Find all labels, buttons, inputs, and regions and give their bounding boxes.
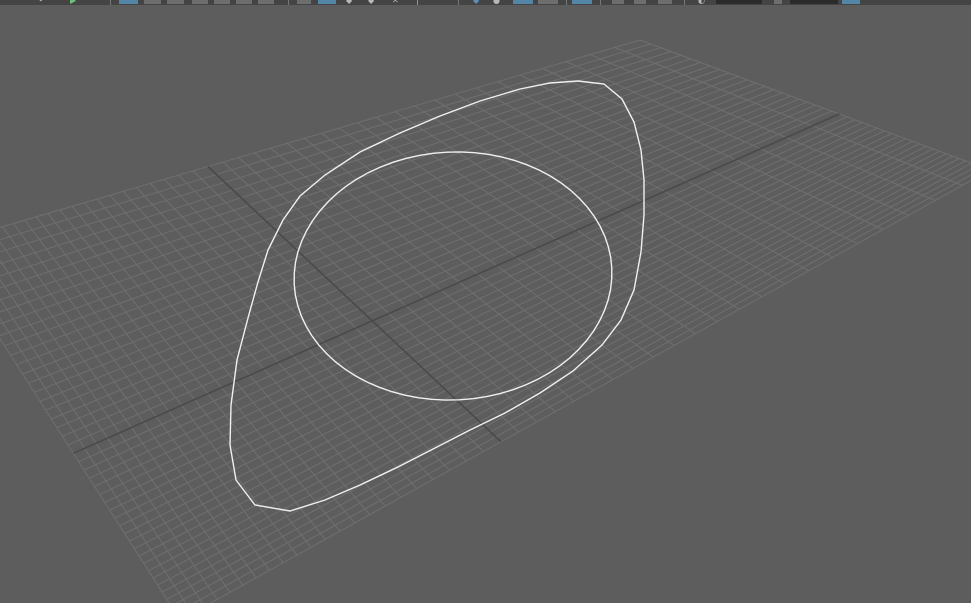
toolbar-separator <box>458 0 459 5</box>
snap-point-button[interactable] <box>258 0 274 4</box>
pointer-icon[interactable]: ❘ <box>414 0 421 5</box>
move-tool-button[interactable] <box>144 0 161 4</box>
toolbar-separator <box>110 0 111 5</box>
panel-layout-button[interactable] <box>612 0 624 4</box>
snap-grid-button[interactable] <box>214 0 230 4</box>
live-surface-button[interactable] <box>538 0 558 4</box>
show-manipulator-button[interactable] <box>572 0 592 4</box>
panel-layout-two-button[interactable] <box>634 0 646 4</box>
panel-layout-three-button[interactable] <box>658 0 672 4</box>
reflection-button[interactable] <box>513 0 533 4</box>
toolbar-separator <box>288 0 289 5</box>
input-line-icon[interactable]: ◐ <box>698 0 705 5</box>
ipr-icon[interactable]: ✕ <box>392 0 399 5</box>
3d-viewport[interactable] <box>0 5 971 603</box>
status-line-toolbar: ↷ ▶ ◆ ◆ ✕ ❘ ◆ ● ◐ <box>0 0 971 5</box>
scale-tool-button[interactable] <box>192 0 208 4</box>
soft-select-icon[interactable]: ● <box>493 0 500 5</box>
light-icon[interactable]: ◆ <box>368 0 374 5</box>
input-field-left[interactable] <box>716 0 762 4</box>
rotate-tool-button[interactable] <box>167 0 184 4</box>
camera-icon[interactable]: ◆ <box>346 0 352 5</box>
toolbar-separator <box>600 0 601 5</box>
toolbar-separator <box>684 0 685 5</box>
history-button[interactable] <box>297 0 311 4</box>
construction-history-button[interactable] <box>318 0 336 4</box>
search-button[interactable] <box>842 0 860 4</box>
redo-icon[interactable]: ↷ <box>36 0 43 5</box>
viewport-canvas[interactable] <box>0 5 971 603</box>
select-tool-button[interactable] <box>119 0 138 4</box>
toolbar-separator <box>566 0 567 5</box>
input-field-right[interactable] <box>790 0 838 4</box>
symmetry-icon[interactable]: ◆ <box>473 0 479 5</box>
snap-curve-button[interactable] <box>236 0 252 4</box>
render-icon[interactable]: ▶ <box>70 0 76 5</box>
input-field-toggle[interactable] <box>774 0 782 4</box>
